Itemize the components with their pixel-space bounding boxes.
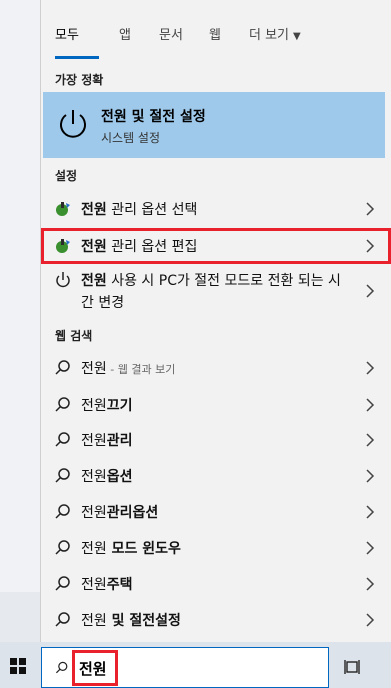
chevron-right-icon xyxy=(366,577,375,591)
web-search-heading: 웹 검색 xyxy=(55,329,93,343)
best-match-subtitle: 시스템 설정 xyxy=(101,131,161,145)
search-icon xyxy=(55,661,68,674)
setting-item-choose-power-plan[interactable]: 전원 관리 옵션 선택 xyxy=(43,192,385,225)
chevron-right-icon xyxy=(366,284,375,298)
web-result-label: 전원 - 웹 결과 보기 xyxy=(81,361,176,377)
web-result-label: 전원관리 xyxy=(81,433,133,449)
search-tabs: 모두 앱 문서 웹 더 보기 ▼ xyxy=(41,0,391,60)
web-result-label: 전원끄기 xyxy=(81,398,133,414)
highlight-frame xyxy=(72,650,118,686)
web-result-label: 전원관리옵션 xyxy=(81,505,159,521)
power-options-icon xyxy=(56,201,70,216)
chevron-right-icon xyxy=(366,469,375,483)
search-results-panel: 모두 앱 문서 웹 더 보기 ▼ 가장 정확 전원 및 절전 설정 시스템 설정 … xyxy=(40,0,391,642)
highlight-frame xyxy=(41,228,391,264)
chevron-right-icon xyxy=(366,613,375,627)
active-tab-indicator xyxy=(55,56,99,59)
search-icon xyxy=(55,540,70,555)
best-match-title: 전원 및 절전 설정 xyxy=(101,109,206,125)
task-view-icon[interactable] xyxy=(344,658,362,676)
search-icon xyxy=(55,612,70,627)
chevron-right-icon xyxy=(366,505,375,519)
search-icon xyxy=(55,397,70,412)
chevron-right-icon xyxy=(366,201,375,216)
tab-more-label: 더 보기 xyxy=(249,28,290,43)
tab-web[interactable]: 웹 xyxy=(209,24,221,43)
search-icon xyxy=(55,576,70,591)
web-result-label: 전원 모드 윈도우 xyxy=(81,541,181,557)
best-match-heading: 가장 정확 xyxy=(55,73,104,87)
web-result-item[interactable]: 전원옵션 xyxy=(43,459,385,493)
chevron-right-icon xyxy=(366,541,375,555)
setting-item-label: 전원 사용 시 PC가 절전 모드로 전환 되는 시간 변경 xyxy=(81,273,341,311)
search-icon xyxy=(55,360,70,375)
web-result-item[interactable]: 전원관리 xyxy=(43,423,385,457)
web-result-item[interactable]: 전원관리옵션 xyxy=(43,495,385,529)
chevron-right-icon xyxy=(366,361,375,375)
search-icon xyxy=(55,432,70,447)
tab-apps[interactable]: 앱 xyxy=(119,24,131,43)
tab-documents[interactable]: 문서 xyxy=(159,24,183,43)
search-icon xyxy=(55,504,70,519)
web-result-label: 전원 및 절전설정 xyxy=(81,613,181,629)
chevron-right-icon xyxy=(366,433,375,447)
power-icon xyxy=(56,272,70,288)
tab-all[interactable]: 모두 xyxy=(55,24,79,43)
web-result-item[interactable]: 전원 - 웹 결과 보기 xyxy=(43,351,385,385)
web-result-item[interactable]: 전원 및 절전설정 xyxy=(43,603,385,637)
best-match-item[interactable]: 전원 및 절전 설정 시스템 설정 xyxy=(43,92,385,158)
settings-heading: 설정 xyxy=(55,169,78,183)
start-button[interactable] xyxy=(10,658,26,674)
web-result-label: 전원주택 xyxy=(81,577,133,593)
setting-item-label: 전원 관리 옵션 선택 xyxy=(81,201,198,218)
web-result-label: 전원옵션 xyxy=(81,469,133,485)
chevron-right-icon xyxy=(366,398,375,412)
search-icon xyxy=(55,468,70,483)
web-result-item[interactable]: 전원주택 xyxy=(43,567,385,601)
desktop-band xyxy=(0,592,40,642)
caret-down-icon: ▼ xyxy=(293,31,301,42)
web-result-item[interactable]: 전원끄기 xyxy=(43,388,385,422)
web-result-item[interactable]: 전원 모드 윈도우 xyxy=(43,531,385,565)
tab-more[interactable]: 더 보기 ▼ xyxy=(249,24,301,43)
setting-item-sleep-time[interactable]: 전원 사용 시 PC가 절전 모드로 전환 되는 시간 변경 xyxy=(43,264,385,318)
power-icon xyxy=(60,110,86,138)
